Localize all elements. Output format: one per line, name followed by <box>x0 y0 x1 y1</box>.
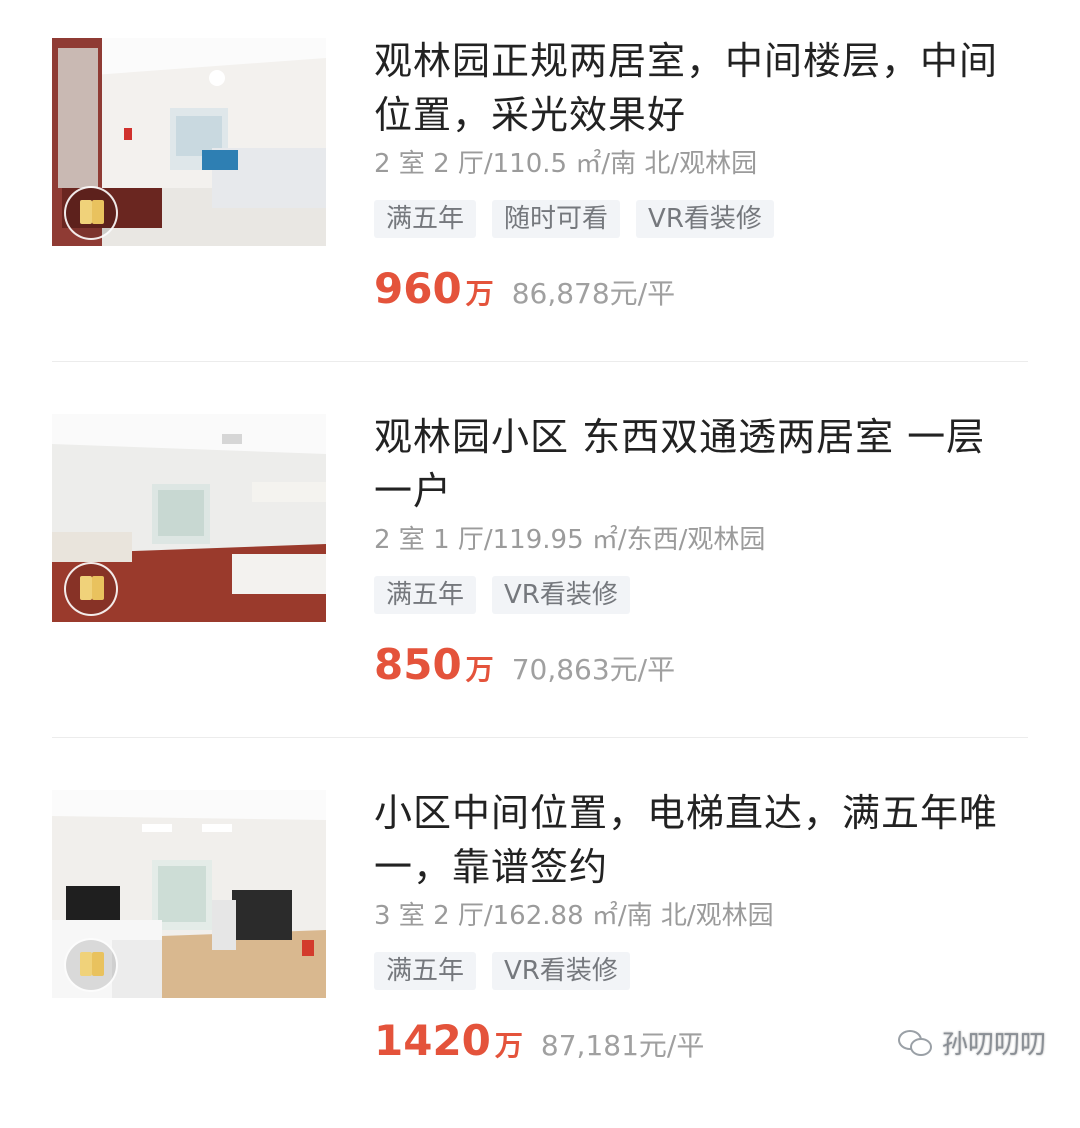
price-unit: 万 <box>465 277 494 310</box>
listing-meta: 2 室 2 厅/110.5 ㎡/南 北/观林园 <box>374 149 758 179</box>
tag: 满五年 <box>374 952 477 990</box>
tag: 满五年 <box>374 576 477 614</box>
tag-list: 满五年 随时可看 VR看装修 <box>374 200 774 238</box>
listing-photo[interactable] <box>52 38 326 246</box>
listing-card[interactable]: 观林园小区 东西双通透两居室 一层一户 2 室 1 厅/119.95 ㎡/东西/… <box>0 376 1080 752</box>
price-row: 960 万 86,878元/平 <box>374 264 675 313</box>
watermark: 孙叨叨叨 <box>897 1024 1046 1061</box>
tag: VR看装修 <box>636 200 774 238</box>
listing-title[interactable]: 观林园正规两居室，中间楼层，中间位置，采光效果好 <box>374 34 1024 142</box>
listing-meta: 3 室 2 厅/162.88 ㎡/南 北/观林园 <box>374 901 774 931</box>
total-price: 850 <box>374 640 462 689</box>
price-row: 1420 万 87,181元/平 <box>374 1016 704 1065</box>
vr-icon <box>64 562 118 616</box>
wechat-icon <box>897 1028 932 1058</box>
listing-photo[interactable] <box>52 790 326 998</box>
unit-price: 70,863元/平 <box>511 653 676 686</box>
tag-list: 满五年 VR看装修 <box>374 952 630 990</box>
listing-title[interactable]: 观林园小区 东西双通透两居室 一层一户 <box>374 410 1024 518</box>
total-price: 960 <box>374 264 462 313</box>
unit-price: 87,181元/平 <box>540 1029 705 1062</box>
vr-icon <box>64 938 118 992</box>
tag-list: 满五年 VR看装修 <box>374 576 630 614</box>
divider <box>52 361 1028 362</box>
total-price: 1420 <box>374 1016 491 1065</box>
tag: 随时可看 <box>492 200 621 238</box>
price-unit: 万 <box>494 1029 523 1062</box>
listing-card[interactable]: 小区中间位置，电梯直达，满五年唯一，靠谱签约 3 室 2 厅/162.88 ㎡/… <box>0 752 1080 1128</box>
divider <box>52 737 1028 738</box>
price-row: 850 万 70,863元/平 <box>374 640 675 689</box>
unit-price: 86,878元/平 <box>511 277 676 310</box>
vr-icon <box>64 186 118 240</box>
listing-card[interactable]: 观林园正规两居室，中间楼层，中间位置，采光效果好 2 室 2 厅/110.5 ㎡… <box>0 0 1080 376</box>
listing-meta: 2 室 1 厅/119.95 ㎡/东西/观林园 <box>374 525 766 555</box>
listing-title[interactable]: 小区中间位置，电梯直达，满五年唯一，靠谱签约 <box>374 786 1024 894</box>
listing-photo[interactable] <box>52 414 326 622</box>
price-unit: 万 <box>465 653 494 686</box>
tag: VR看装修 <box>492 576 630 614</box>
watermark-text: 孙叨叨叨 <box>941 1030 1046 1060</box>
tag: VR看装修 <box>492 952 630 990</box>
tag: 满五年 <box>374 200 477 238</box>
